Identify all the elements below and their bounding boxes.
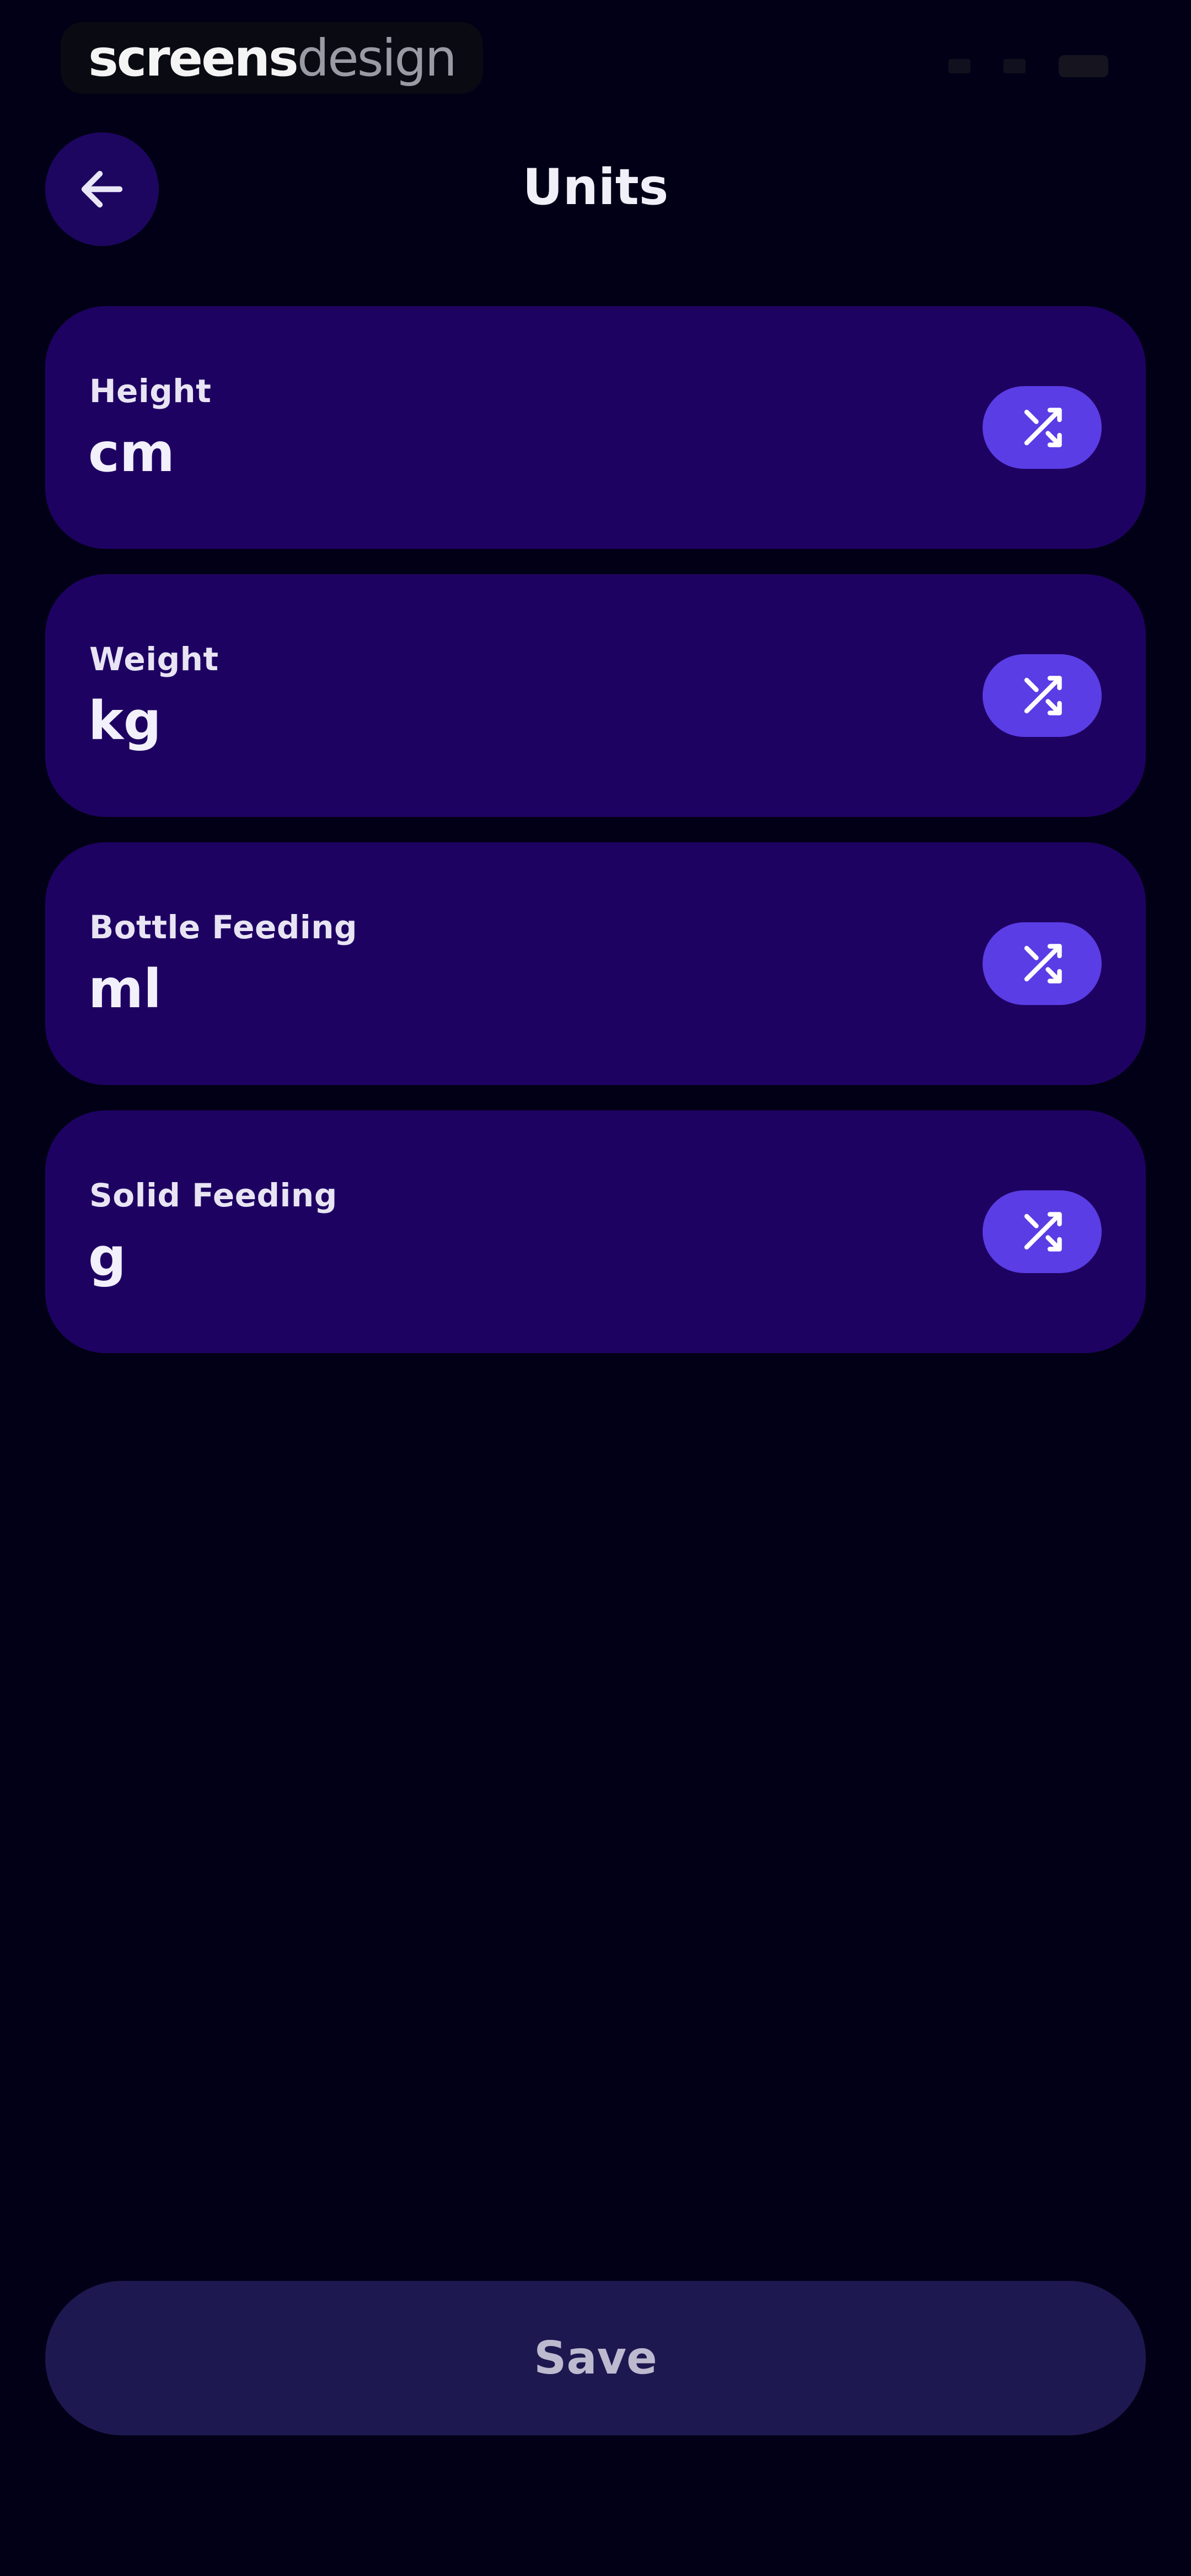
brand-part-1: screens xyxy=(88,28,299,88)
swap-unit-button[interactable] xyxy=(983,386,1102,469)
wifi-icon xyxy=(1004,59,1026,73)
unit-card-weight: Weight kg xyxy=(45,574,1146,817)
unit-value: cm xyxy=(88,422,175,484)
unit-value: ml xyxy=(88,958,162,1020)
units-list: Height cm Weight kg Bottle Feeding ml So… xyxy=(45,306,1146,1378)
unit-value: g xyxy=(88,1226,126,1288)
unit-label: Solid Feeding xyxy=(89,1177,337,1214)
swap-unit-button[interactable] xyxy=(983,654,1102,737)
unit-label: Weight xyxy=(89,640,219,678)
brand-part-2: design xyxy=(297,28,457,88)
status-bar: screens design xyxy=(0,0,1191,110)
signal-icon xyxy=(948,59,970,73)
swap-unit-button[interactable] xyxy=(983,1190,1102,1273)
swap-arrows-icon xyxy=(1024,944,1062,984)
unit-card-bottle-feeding: Bottle Feeding ml xyxy=(45,842,1146,1085)
page-title: Units xyxy=(522,158,669,216)
swap-arrows-icon xyxy=(1024,1212,1062,1252)
unit-value: kg xyxy=(88,690,162,752)
unit-card-height: Height cm xyxy=(45,306,1146,549)
unit-label: Bottle Feeding xyxy=(89,908,358,946)
swap-arrows-icon xyxy=(1024,676,1062,715)
swap-unit-button[interactable] xyxy=(983,922,1102,1005)
swap-arrows-icon xyxy=(1024,408,1062,447)
status-icons xyxy=(948,55,1108,77)
battery-icon xyxy=(1059,55,1108,77)
unit-card-solid-feeding: Solid Feeding g xyxy=(45,1110,1146,1353)
unit-label: Height xyxy=(89,372,212,410)
save-button[interactable]: Save xyxy=(45,2281,1146,2435)
brand-watermark: screens design xyxy=(61,22,483,94)
